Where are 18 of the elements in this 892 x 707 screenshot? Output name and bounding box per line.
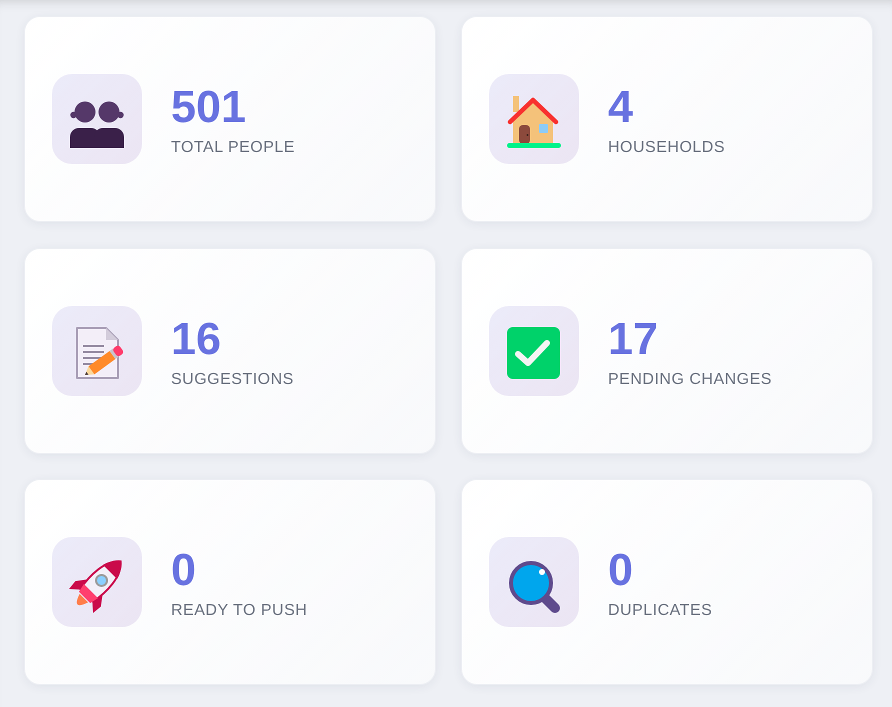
document-pencil-icon [52, 306, 142, 396]
people-icon [52, 74, 142, 164]
stat-label: READY TO PUSH [171, 601, 308, 621]
stat-value: 17 [608, 316, 658, 361]
stat-label: DUPLICATES [608, 601, 712, 621]
checkmark-icon [489, 306, 579, 396]
stat-value: 501 [171, 84, 246, 130]
stat-value: 4 [608, 84, 634, 130]
rocket-icon [52, 537, 142, 627]
stat-value: 16 [171, 316, 222, 361]
stat-label: TOTAL PEOPLE [171, 138, 295, 158]
stat-value: 0 [171, 547, 196, 592]
house-icon [489, 74, 579, 164]
stat-label: PENDING CHANGES [608, 370, 772, 390]
stat-label: SUGGESTIONS [171, 370, 294, 390]
search-icon [489, 537, 579, 627]
stat-value: 0 [608, 547, 634, 592]
stat-label: HOUSEHOLDS [608, 138, 726, 158]
